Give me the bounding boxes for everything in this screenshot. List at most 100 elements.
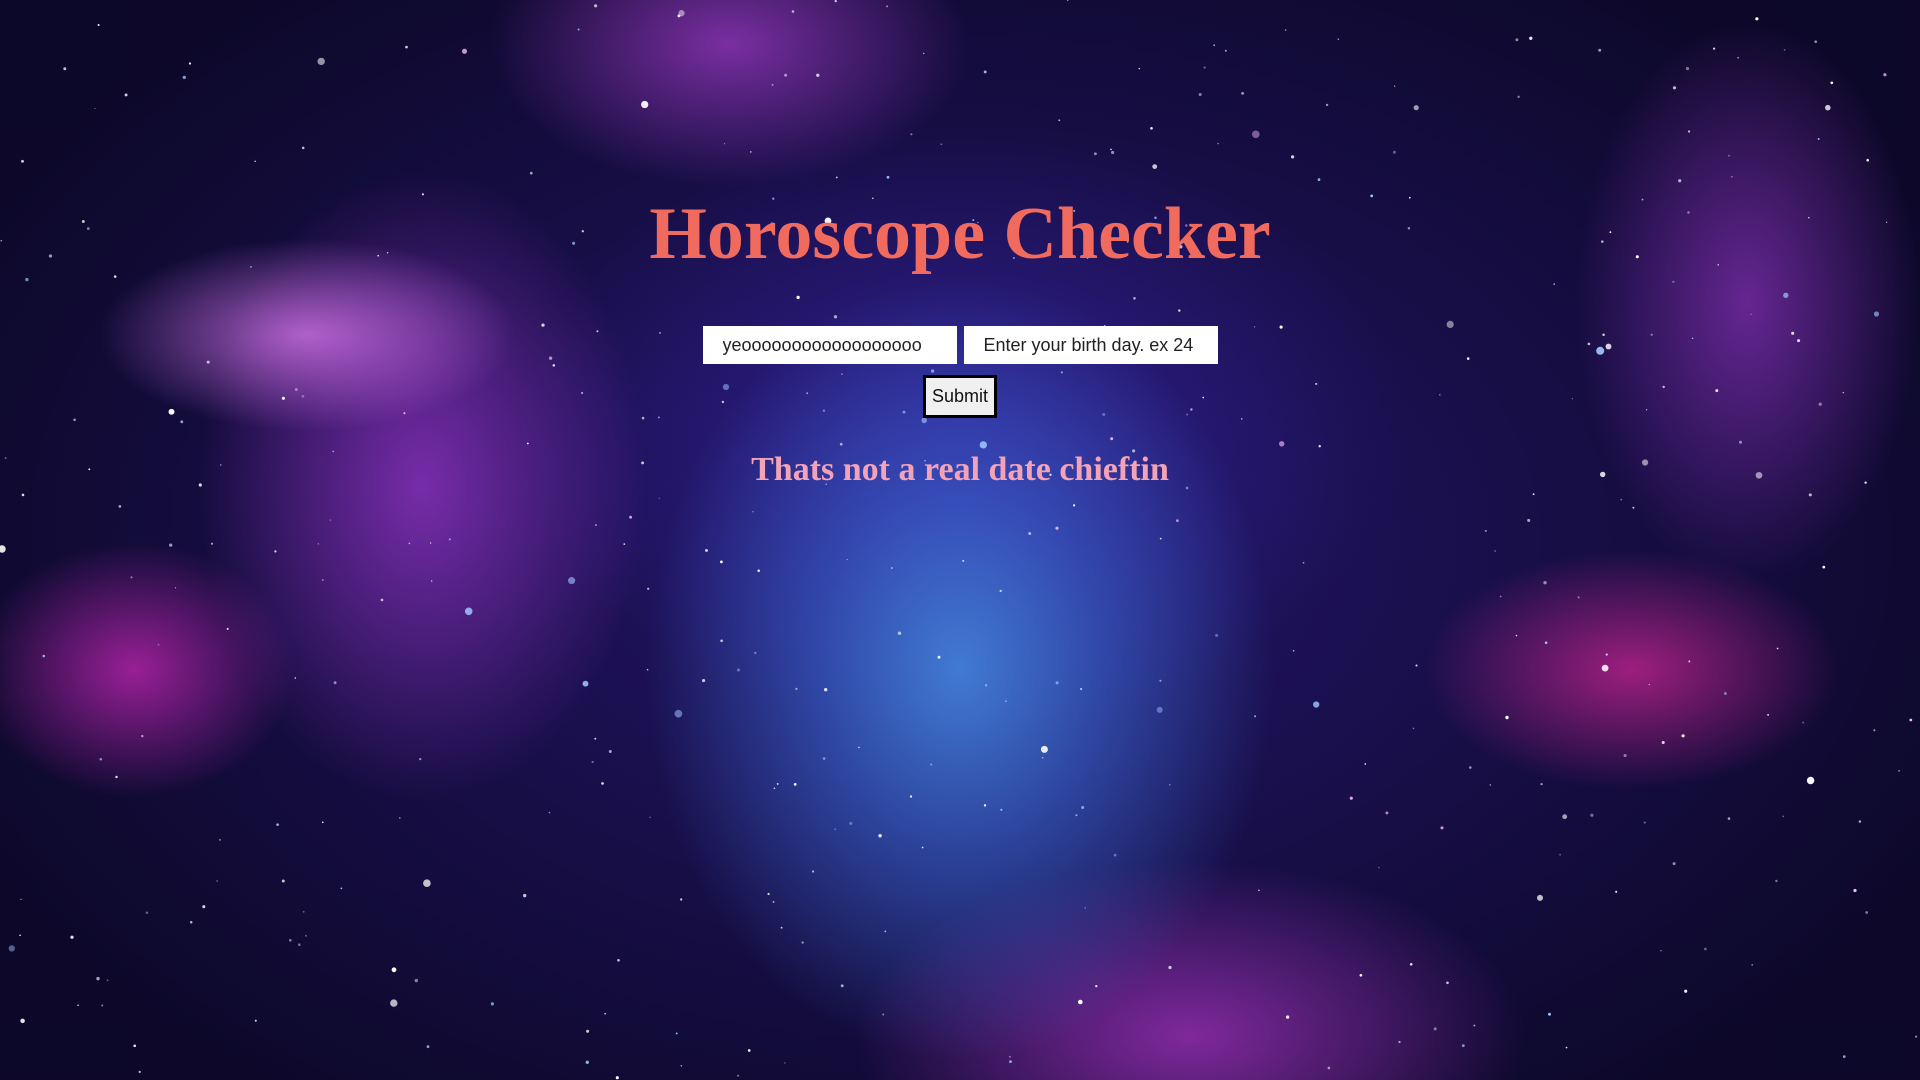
star <box>340 887 343 890</box>
star <box>922 52 925 55</box>
star <box>1412 727 1415 730</box>
star <box>629 515 633 519</box>
star <box>647 587 650 590</box>
star <box>1783 292 1789 298</box>
star <box>608 750 612 753</box>
star <box>1292 650 1295 652</box>
star <box>1678 179 1682 183</box>
star <box>322 821 324 824</box>
star <box>890 567 893 569</box>
star <box>1727 817 1731 820</box>
star <box>1473 1024 1476 1027</box>
star <box>1499 595 1502 598</box>
star <box>1055 681 1059 685</box>
star <box>276 823 279 826</box>
star <box>1494 550 1496 552</box>
star <box>1067 0 1069 1</box>
galaxy-background <box>0 0 1918 1080</box>
star <box>793 783 797 786</box>
star <box>623 543 626 546</box>
star <box>523 893 527 898</box>
star <box>771 83 774 86</box>
star <box>1873 729 1876 732</box>
star <box>680 1064 683 1067</box>
star <box>1317 178 1321 181</box>
star <box>983 804 987 807</box>
star <box>73 418 76 422</box>
star <box>1843 1055 1846 1058</box>
star <box>1684 989 1688 993</box>
star <box>897 631 902 635</box>
submit-button[interactable]: Submit <box>923 375 997 418</box>
star <box>1385 811 1389 815</box>
star <box>106 979 109 982</box>
name-input[interactable] <box>702 326 957 364</box>
star <box>526 442 529 445</box>
star <box>878 834 882 838</box>
star <box>1685 67 1690 71</box>
star <box>188 62 192 65</box>
star <box>274 550 277 553</box>
star <box>1359 973 1363 977</box>
star <box>96 976 100 981</box>
star <box>1325 103 1329 107</box>
star <box>930 763 933 766</box>
star <box>1284 29 1287 31</box>
star <box>594 4 598 8</box>
star <box>1285 1015 1290 1019</box>
star <box>1469 766 1472 769</box>
star <box>1392 150 1396 154</box>
star <box>601 782 604 785</box>
star <box>1822 565 1826 569</box>
star <box>301 146 305 150</box>
star <box>658 497 660 499</box>
star <box>1543 581 1547 585</box>
star <box>822 757 826 760</box>
star <box>1337 38 1340 41</box>
birth-day-input[interactable] <box>963 326 1218 364</box>
star <box>294 677 297 679</box>
star <box>1782 815 1784 818</box>
star <box>1704 947 1707 951</box>
star <box>736 668 741 672</box>
star <box>921 417 927 424</box>
star <box>1775 879 1778 883</box>
star <box>937 655 941 659</box>
star <box>145 911 149 914</box>
star <box>1241 92 1244 95</box>
star <box>1254 715 1257 718</box>
star <box>1138 67 1141 70</box>
star <box>1433 1027 1437 1031</box>
star <box>101 1004 104 1007</box>
star <box>1712 47 1716 50</box>
star <box>1075 814 1078 817</box>
star <box>180 420 184 424</box>
star <box>1113 853 1117 857</box>
star <box>586 1029 590 1033</box>
star <box>1515 38 1519 42</box>
star <box>737 1074 740 1077</box>
star <box>333 681 337 685</box>
star <box>1000 808 1003 811</box>
star <box>182 75 186 80</box>
star <box>1632 506 1635 509</box>
star <box>1751 964 1754 966</box>
star <box>1517 95 1520 98</box>
star <box>21 493 25 497</box>
star <box>930 369 935 373</box>
star <box>1776 647 1779 650</box>
page-title: Horoscope Checker <box>649 193 1271 275</box>
star <box>1527 518 1531 522</box>
star <box>585 1060 589 1064</box>
star <box>702 679 706 683</box>
star <box>1814 40 1817 43</box>
star <box>1178 309 1181 312</box>
star <box>568 577 576 585</box>
star <box>218 838 221 841</box>
star <box>784 73 788 77</box>
star <box>317 57 325 66</box>
star <box>321 579 324 581</box>
star <box>1159 537 1162 540</box>
star <box>118 505 122 508</box>
star <box>210 542 214 545</box>
